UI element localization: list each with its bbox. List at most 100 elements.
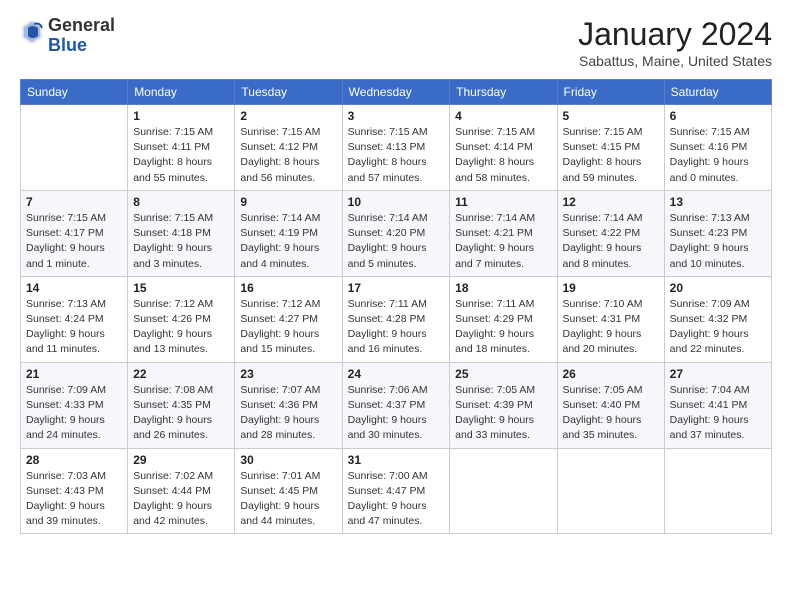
calendar-cell: 17 Sunrise: 7:11 AMSunset: 4:28 PMDayligh… xyxy=(342,276,450,362)
day-number: 15 xyxy=(133,281,229,295)
day-number: 31 xyxy=(348,453,445,467)
day-number: 13 xyxy=(670,195,766,209)
day-number: 8 xyxy=(133,195,229,209)
day-detail: Sunrise: 7:00 AMSunset: 4:47 PMDaylight:… xyxy=(348,469,445,530)
day-detail: Sunrise: 7:14 AMSunset: 4:20 PMDaylight:… xyxy=(348,211,445,272)
day-detail: Sunrise: 7:09 AMSunset: 4:32 PMDaylight:… xyxy=(670,297,766,358)
day-number: 26 xyxy=(563,367,659,381)
day-detail: Sunrise: 7:11 AMSunset: 4:28 PMDaylight:… xyxy=(348,297,445,358)
day-number: 17 xyxy=(348,281,445,295)
calendar-cell: 25Sunrise: 7:05 AMSunset: 4:39 PMDayligh… xyxy=(450,362,557,448)
day-number: 6 xyxy=(670,109,766,123)
day-detail: Sunrise: 7:09 AMSunset: 4:33 PMDaylight:… xyxy=(26,383,122,444)
day-number: 3 xyxy=(348,109,445,123)
month-year-title: January 2024 xyxy=(578,16,772,53)
day-detail: Sunrise: 7:12 AMSunset: 4:27 PMDaylight:… xyxy=(240,297,336,358)
day-detail: Sunrise: 7:03 AMSunset: 4:43 PMDaylight:… xyxy=(26,469,122,530)
day-detail: Sunrise: 7:01 AMSunset: 4:45 PMDaylight:… xyxy=(240,469,336,530)
day-number: 25 xyxy=(455,367,551,381)
day-number: 11 xyxy=(455,195,551,209)
day-detail: Sunrise: 7:14 AMSunset: 4:21 PMDaylight:… xyxy=(455,211,551,272)
day-number: 19 xyxy=(563,281,659,295)
day-number: 4 xyxy=(455,109,551,123)
calendar-cell: 18Sunrise: 7:11 AMSunset: 4:29 PMDayligh… xyxy=(450,276,557,362)
day-number: 20 xyxy=(670,281,766,295)
calendar-week-row: 1 Sunrise: 7:15 AMSunset: 4:11 PMDaylight… xyxy=(21,105,772,191)
calendar-week-row: 14 Sunrise: 7:13 AMSunset: 4:24 PMDayligh… xyxy=(21,276,772,362)
page-header: General Blue January 2024 Sabattus, Main… xyxy=(20,16,772,69)
day-number: 2 xyxy=(240,109,336,123)
day-detail: Sunrise: 7:02 AMSunset: 4:44 PMDaylight:… xyxy=(133,469,229,530)
weekday-header-sunday: Sunday xyxy=(21,80,128,105)
calendar-cell xyxy=(664,448,771,534)
day-detail: Sunrise: 7:05 AMSunset: 4:40 PMDaylight:… xyxy=(563,383,659,444)
calendar-week-row: 7Sunrise: 7:15 AMSunset: 4:17 PMDaylight… xyxy=(21,190,772,276)
calendar-cell xyxy=(557,448,664,534)
day-number: 16 xyxy=(240,281,336,295)
day-number: 23 xyxy=(240,367,336,381)
day-number: 18 xyxy=(455,281,551,295)
calendar-cell: 8 Sunrise: 7:15 AMSunset: 4:18 PMDaylight… xyxy=(128,190,235,276)
calendar-cell: 19 Sunrise: 7:10 AMSunset: 4:31 PMDayligh… xyxy=(557,276,664,362)
calendar-cell: 12Sunrise: 7:14 AMSunset: 4:22 PMDayligh… xyxy=(557,190,664,276)
location-subtitle: Sabattus, Maine, United States xyxy=(578,53,772,69)
day-detail: Sunrise: 7:12 AMSunset: 4:26 PMDaylight:… xyxy=(133,297,229,358)
day-number: 14 xyxy=(26,281,122,295)
day-number: 10 xyxy=(348,195,445,209)
day-detail: Sunrise: 7:15 AMSunset: 4:15 PMDaylight:… xyxy=(563,125,659,186)
calendar-cell: 1 Sunrise: 7:15 AMSunset: 4:11 PMDaylight… xyxy=(128,105,235,191)
calendar-cell: 23 Sunrise: 7:07 AMSunset: 4:36 PMDayligh… xyxy=(235,362,342,448)
day-number: 7 xyxy=(26,195,122,209)
weekday-header-row: SundayMondayTuesdayWednesdayThursdayFrid… xyxy=(21,80,772,105)
day-detail: Sunrise: 7:15 AMSunset: 4:13 PMDaylight:… xyxy=(348,125,445,186)
day-detail: Sunrise: 7:14 AMSunset: 4:22 PMDaylight:… xyxy=(563,211,659,272)
calendar-cell: 4 Sunrise: 7:15 AMSunset: 4:14 PMDaylight… xyxy=(450,105,557,191)
logo-text: General Blue xyxy=(48,16,115,56)
weekday-header-wednesday: Wednesday xyxy=(342,80,450,105)
calendar-cell: 28 Sunrise: 7:03 AMSunset: 4:43 PMDayligh… xyxy=(21,448,128,534)
calendar-table: SundayMondayTuesdayWednesdayThursdayFrid… xyxy=(20,79,772,534)
calendar-cell: 27Sunrise: 7:04 AMSunset: 4:41 PMDayligh… xyxy=(664,362,771,448)
calendar-cell: 22Sunrise: 7:08 AMSunset: 4:35 PMDayligh… xyxy=(128,362,235,448)
day-number: 28 xyxy=(26,453,122,467)
day-number: 21 xyxy=(26,367,122,381)
logo-icon xyxy=(20,18,44,46)
calendar-cell: 26 Sunrise: 7:05 AMSunset: 4:40 PMDayligh… xyxy=(557,362,664,448)
calendar-cell: 9Sunrise: 7:14 AMSunset: 4:19 PMDaylight… xyxy=(235,190,342,276)
calendar-cell: 3 Sunrise: 7:15 AMSunset: 4:13 PMDaylight… xyxy=(342,105,450,191)
calendar-cell xyxy=(21,105,128,191)
day-detail: Sunrise: 7:04 AMSunset: 4:41 PMDaylight:… xyxy=(670,383,766,444)
calendar-cell: 13 Sunrise: 7:13 AMSunset: 4:23 PMDayligh… xyxy=(664,190,771,276)
weekday-header-friday: Friday xyxy=(557,80,664,105)
calendar-cell: 15 Sunrise: 7:12 AMSunset: 4:26 PMDayligh… xyxy=(128,276,235,362)
day-number: 30 xyxy=(240,453,336,467)
calendar-cell: 14 Sunrise: 7:13 AMSunset: 4:24 PMDayligh… xyxy=(21,276,128,362)
calendar-week-row: 21 Sunrise: 7:09 AMSunset: 4:33 PMDayligh… xyxy=(21,362,772,448)
calendar-cell: 31 Sunrise: 7:00 AMSunset: 4:47 PMDayligh… xyxy=(342,448,450,534)
calendar-week-row: 28 Sunrise: 7:03 AMSunset: 4:43 PMDayligh… xyxy=(21,448,772,534)
calendar-cell: 30 Sunrise: 7:01 AMSunset: 4:45 PMDayligh… xyxy=(235,448,342,534)
weekday-header-tuesday: Tuesday xyxy=(235,80,342,105)
day-detail: Sunrise: 7:10 AMSunset: 4:31 PMDaylight:… xyxy=(563,297,659,358)
day-number: 24 xyxy=(348,367,445,381)
calendar-cell: 5Sunrise: 7:15 AMSunset: 4:15 PMDaylight… xyxy=(557,105,664,191)
day-detail: Sunrise: 7:13 AMSunset: 4:23 PMDaylight:… xyxy=(670,211,766,272)
day-detail: Sunrise: 7:15 AMSunset: 4:14 PMDaylight:… xyxy=(455,125,551,186)
day-detail: Sunrise: 7:15 AMSunset: 4:18 PMDaylight:… xyxy=(133,211,229,272)
day-detail: Sunrise: 7:15 AMSunset: 4:16 PMDaylight:… xyxy=(670,125,766,186)
calendar-cell: 7Sunrise: 7:15 AMSunset: 4:17 PMDaylight… xyxy=(21,190,128,276)
calendar-cell: 10 Sunrise: 7:14 AMSunset: 4:20 PMDayligh… xyxy=(342,190,450,276)
calendar-cell: 2Sunrise: 7:15 AMSunset: 4:12 PMDaylight… xyxy=(235,105,342,191)
day-detail: Sunrise: 7:15 AMSunset: 4:11 PMDaylight:… xyxy=(133,125,229,186)
day-detail: Sunrise: 7:13 AMSunset: 4:24 PMDaylight:… xyxy=(26,297,122,358)
calendar-cell: 6 Sunrise: 7:15 AMSunset: 4:16 PMDaylight… xyxy=(664,105,771,191)
day-number: 1 xyxy=(133,109,229,123)
calendar-cell: 20 Sunrise: 7:09 AMSunset: 4:32 PMDayligh… xyxy=(664,276,771,362)
title-block: January 2024 Sabattus, Maine, United Sta… xyxy=(578,16,772,69)
weekday-header-monday: Monday xyxy=(128,80,235,105)
day-detail: Sunrise: 7:14 AMSunset: 4:19 PMDaylight:… xyxy=(240,211,336,272)
day-detail: Sunrise: 7:07 AMSunset: 4:36 PMDaylight:… xyxy=(240,383,336,444)
calendar-cell: 29Sunrise: 7:02 AMSunset: 4:44 PMDayligh… xyxy=(128,448,235,534)
calendar-cell: 11 Sunrise: 7:14 AMSunset: 4:21 PMDayligh… xyxy=(450,190,557,276)
weekday-header-saturday: Saturday xyxy=(664,80,771,105)
